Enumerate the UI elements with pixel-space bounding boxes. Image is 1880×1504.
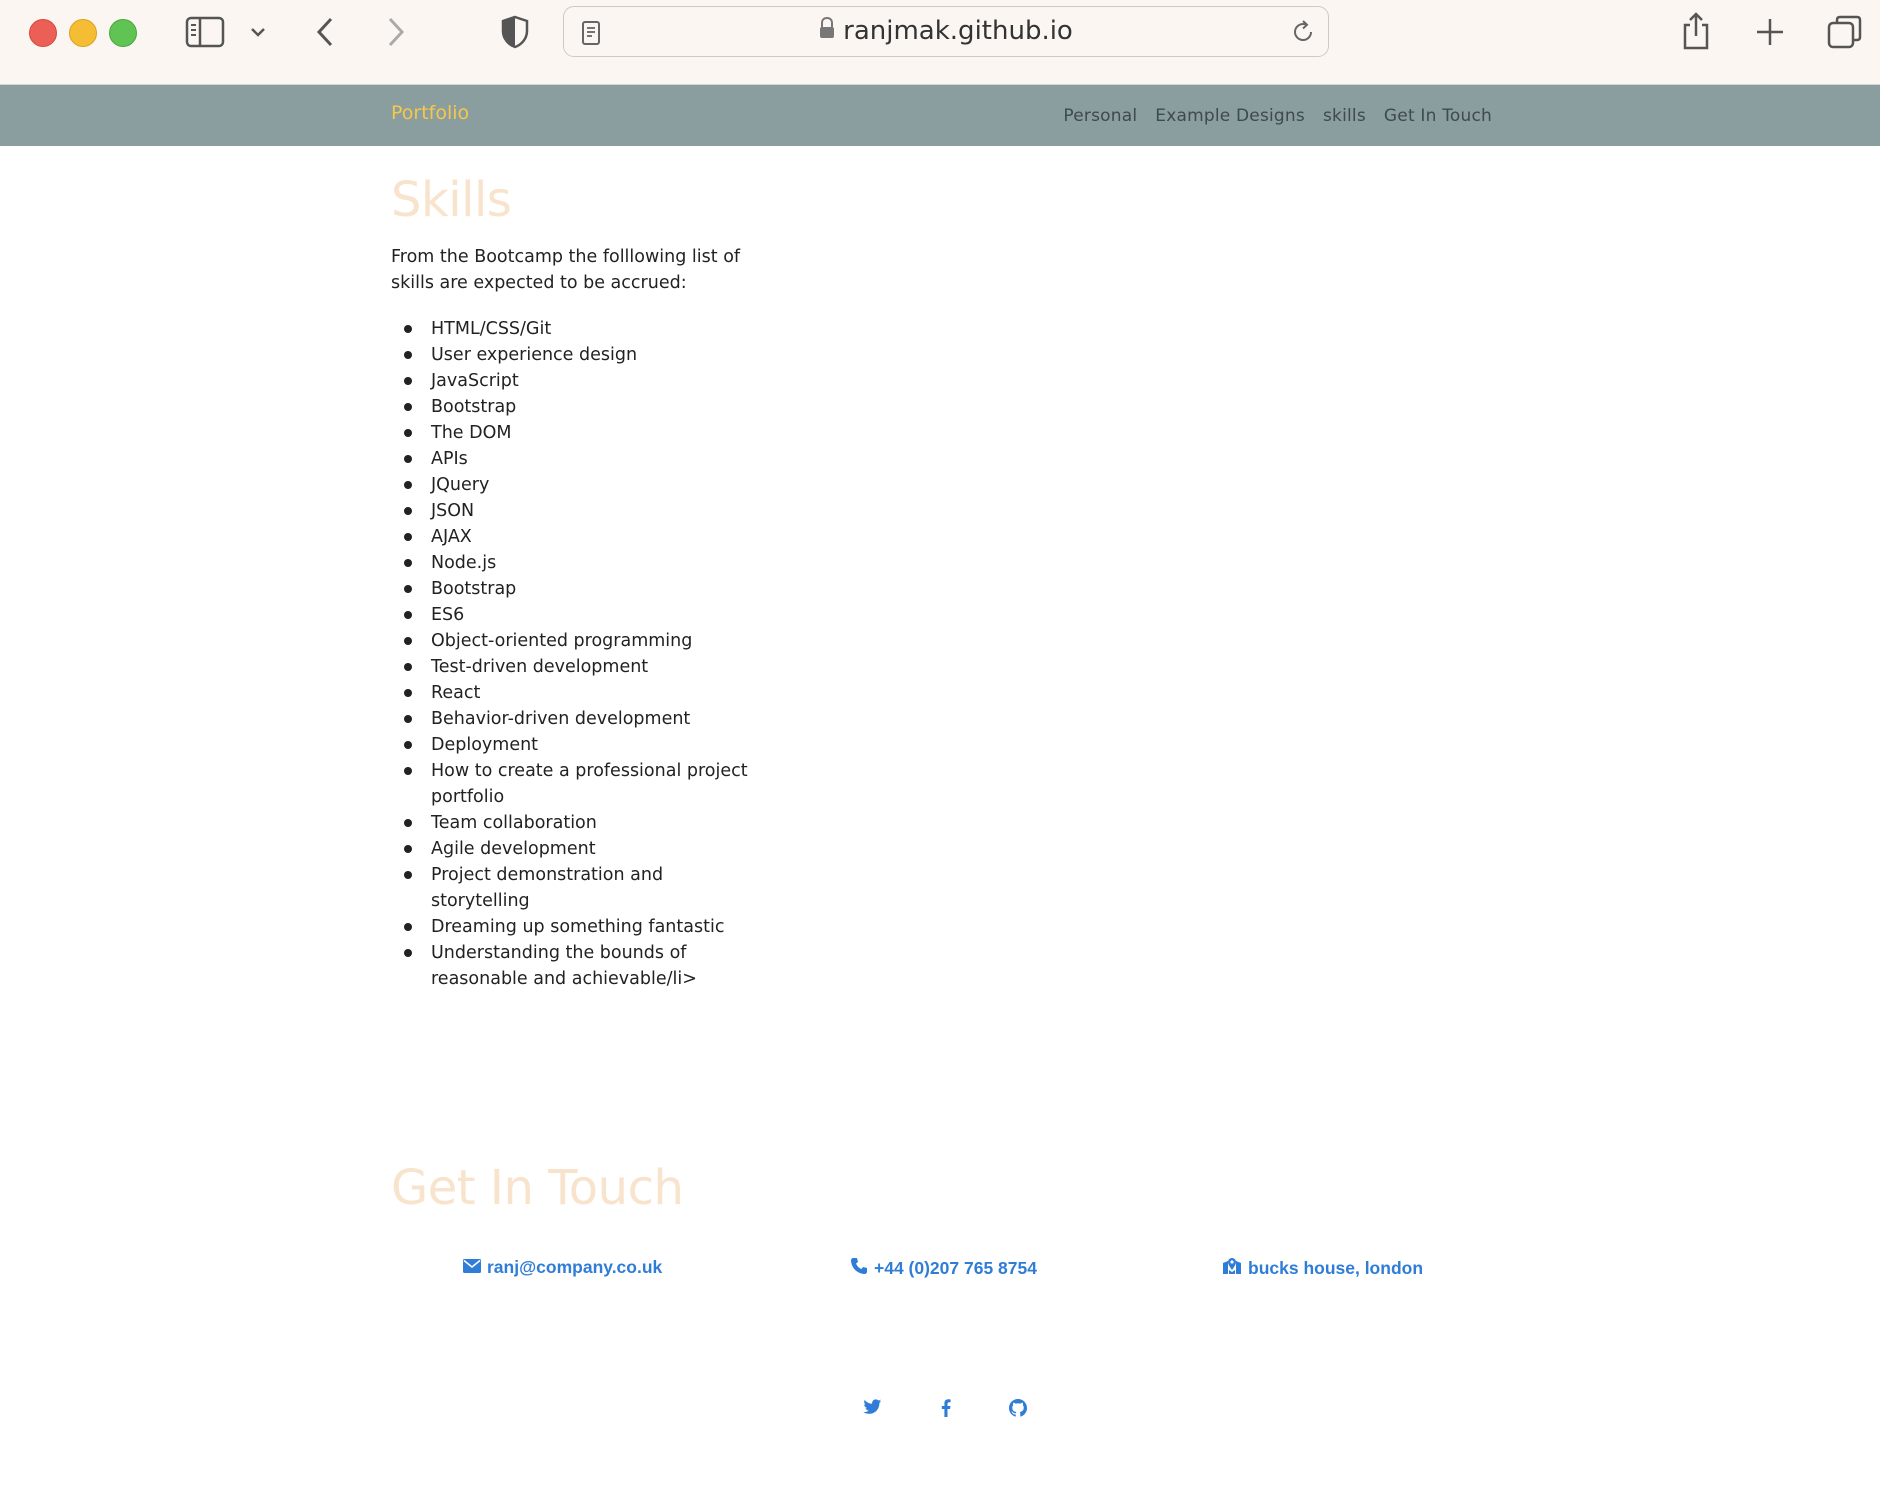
list-item: Dreaming up something fantastic <box>404 914 761 940</box>
chevron-down-icon[interactable] <box>247 20 269 44</box>
list-item: Team collaboration <box>404 810 761 836</box>
twitter-icon[interactable] <box>863 1399 882 1420</box>
get-in-touch-heading: Get In Touch <box>391 1160 684 1216</box>
list-item: How to create a professional project por… <box>404 758 761 810</box>
list-item: Agile development <box>404 836 761 862</box>
skills-list: HTML/CSS/Git User experience design Java… <box>391 316 761 992</box>
reload-icon[interactable] <box>1290 19 1316 50</box>
list-item: APIs <box>404 446 761 472</box>
privacy-shield-icon[interactable] <box>500 14 530 50</box>
list-item: The DOM <box>404 420 761 446</box>
list-item: Behavior-driven development <box>404 706 761 732</box>
envelope-icon <box>463 1257 487 1278</box>
nav-links: Personal Example Designs skills Get In T… <box>1045 85 1492 146</box>
list-item: Understanding the bounds of reasonable a… <box>404 940 761 992</box>
list-item: JSON <box>404 498 761 524</box>
browser-toolbar: ranjmak.github.io <box>0 0 1880 85</box>
url-display[interactable]: ranjmak.github.io <box>564 7 1328 58</box>
skills-intro: From the Bootcamp the folllowing list of… <box>391 247 741 293</box>
skills-heading: Skills <box>391 172 512 228</box>
nav-link-get-in-touch[interactable]: Get In Touch <box>1384 106 1492 126</box>
facebook-icon[interactable] <box>941 1399 951 1422</box>
map-marker-icon <box>1222 1257 1248 1280</box>
list-item: Bootstrap <box>404 576 761 602</box>
list-item: JavaScript <box>404 368 761 394</box>
list-item: Test-driven development <box>404 654 761 680</box>
list-item: Bootstrap <box>404 394 761 420</box>
list-item: Node.js <box>404 550 761 576</box>
lock-icon <box>819 7 835 56</box>
list-item: React <box>404 680 761 706</box>
sidebar-toggle-icon[interactable] <box>184 14 226 50</box>
close-window-button[interactable] <box>29 19 57 47</box>
tab-overview-icon[interactable] <box>1826 13 1864 51</box>
github-icon[interactable] <box>1009 1399 1027 1422</box>
phone-text: +44 (0)207 765 8754 <box>874 1258 1037 1278</box>
address-text: bucks house, london <box>1248 1258 1424 1278</box>
list-item: User experience design <box>404 342 761 368</box>
nav-link-skills[interactable]: skills <box>1323 106 1366 126</box>
list-item: JQuery <box>404 472 761 498</box>
address-link[interactable]: bucks house, london <box>1222 1257 1423 1280</box>
address-bar[interactable]: ranjmak.github.io <box>563 6 1329 57</box>
site-navbar: Portfolio Personal Example Designs skill… <box>0 85 1880 146</box>
list-item: HTML/CSS/Git <box>404 316 761 342</box>
list-item: ES6 <box>404 602 761 628</box>
nav-link-personal[interactable]: Personal <box>1063 106 1137 126</box>
list-item: Project demonstration and storytelling <box>404 862 761 914</box>
list-item: Deployment <box>404 732 761 758</box>
phone-link[interactable]: +44 (0)207 765 8754 <box>850 1257 1037 1280</box>
phone-icon <box>850 1257 874 1280</box>
email-link[interactable]: ranj@company.co.uk <box>463 1257 662 1278</box>
list-item: Object-oriented programming <box>404 628 761 654</box>
back-arrow-icon[interactable] <box>312 14 338 50</box>
brand-link[interactable]: Portfolio <box>391 85 469 142</box>
minimize-window-button[interactable] <box>69 19 97 47</box>
url-text: ranjmak.github.io <box>843 16 1073 46</box>
list-item: AJAX <box>404 524 761 550</box>
email-text: ranj@company.co.uk <box>487 1257 663 1277</box>
nav-link-example-designs[interactable]: Example Designs <box>1155 106 1305 126</box>
new-tab-icon[interactable] <box>1754 16 1786 48</box>
zoom-window-button[interactable] <box>109 19 137 47</box>
forward-arrow-icon[interactable] <box>383 14 409 50</box>
share-icon[interactable] <box>1680 10 1712 52</box>
